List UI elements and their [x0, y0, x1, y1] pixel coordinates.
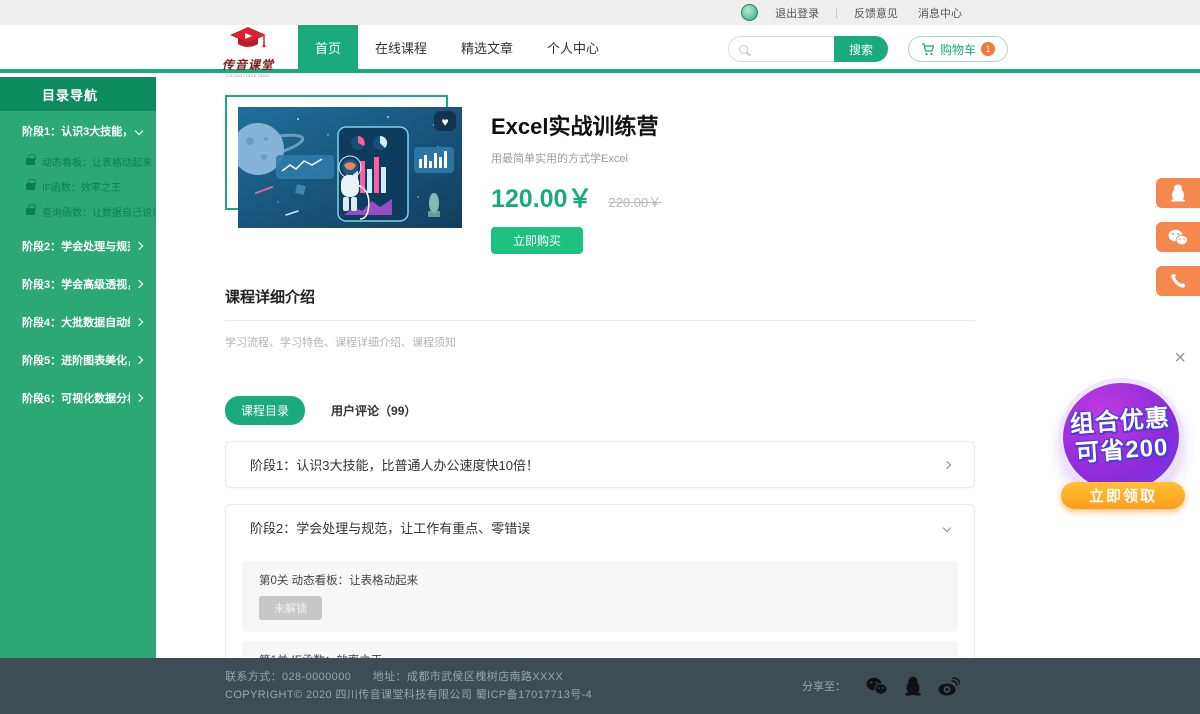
sidebar-stage-5[interactable]: 阶段5：进阶图表美化，让汇报一...	[0, 340, 156, 378]
course-original-price: 220.00￥	[608, 192, 661, 211]
message-center-link[interactable]: 消息中心	[918, 5, 962, 21]
course-subtitle: 用最简单实用的方式学Excel	[491, 150, 661, 166]
course-title: Excel实战训练营	[491, 109, 661, 141]
footer-address: 地址：成都市武侯区槐树店南路XXXX	[373, 671, 564, 683]
footer: 联系方式：028-0000000 地址：成都市武侯区槐树店南路XXXX COPY…	[0, 658, 1200, 714]
sidebar-lesson-3[interactable]: 查询函数：让数据自己说话	[0, 199, 156, 224]
chevron-down-icon	[135, 127, 143, 135]
chevron-down-icon	[943, 523, 951, 531]
buy-now-button[interactable]: 立即购买	[491, 227, 583, 254]
main-content: ♥ Excel实战训练营 用最简单实用的方式学Excel 120.00￥ 220…	[156, 77, 1200, 658]
accordion-stage-2: 阶段2：学会处理与规范，让工作有重点、零错误 第0关 动态看板：让表格动起来 未…	[225, 504, 975, 658]
divider	[225, 320, 975, 321]
chevron-right-icon	[135, 394, 143, 402]
brand-cap-icon	[228, 40, 268, 57]
accordion-stage-1-header[interactable]: 阶段1：认识3大技能，比普通人办公速度快10倍！	[226, 442, 974, 487]
cart-count-badge: 1	[981, 42, 995, 56]
promo-line-2: 可省200	[1075, 434, 1170, 469]
sidebar-stage-1[interactable]: 阶段1：认识3大技能，比普通人...	[0, 111, 156, 149]
footer-copyright: COPYRIGHT© 2020 四川传音课堂科技有限公司 蜀ICP备170177…	[225, 686, 592, 704]
phone-icon	[1170, 273, 1186, 289]
search-icon	[739, 45, 748, 54]
page: 退出登录 | 反馈意见 消息中心 传音课堂 CHUANYINKETANG 首页 …	[0, 0, 1200, 714]
feedback-link[interactable]: 反馈意见	[854, 5, 898, 21]
chevron-right-icon	[135, 280, 143, 288]
logout-link[interactable]: 退出登录	[775, 5, 819, 21]
lesson-item-0[interactable]: 第0关 动态看板：让表格动起来 未解锁	[242, 561, 958, 632]
qq-icon	[1170, 184, 1186, 202]
main-nav: 首页 在线课程 精选文章 个人中心	[298, 25, 616, 69]
brand-logo[interactable]: 传音课堂 CHUANYINKETANG	[212, 27, 284, 78]
lesson-title: 第0关 动态看板：让表格动起来	[259, 572, 941, 588]
chevron-right-icon	[943, 460, 951, 468]
course-cover-image[interactable]: ♥	[238, 107, 462, 228]
locked-status-badge: 未解锁	[259, 596, 322, 620]
sidebar-title: 目录导航	[0, 77, 156, 111]
chevron-right-icon	[135, 242, 143, 250]
share-bar: 分享至：	[802, 676, 968, 696]
lesson-item-1[interactable]: 第1关 IF函数：效率之王 未解锁	[242, 641, 958, 658]
floating-contact-bar	[1156, 178, 1200, 310]
accordion-stage-2-header[interactable]: 阶段2：学会处理与规范，让工作有重点、零错误	[226, 505, 974, 550]
detail-tags: 学习流程、学习特色、课程详细介绍、课程须知	[225, 334, 975, 350]
catalog-sidebar: 目录导航 阶段1：认识3大技能，比普通人... 动态看板：让表格动起来 IF函数…	[0, 77, 156, 658]
chevron-right-icon	[135, 356, 143, 364]
chevron-right-icon	[135, 318, 143, 326]
share-qq-icon[interactable]	[904, 676, 922, 696]
promo-badge: 组合优惠 可省200 立即领取	[1061, 383, 1185, 501]
sidebar-stage-6[interactable]: 阶段6：可视化数据分析，帮老板...	[0, 378, 156, 416]
topbar-divider: |	[835, 7, 838, 19]
course-tabs: 课程目录 用户评论（99）	[225, 396, 975, 425]
promo-circle[interactable]: 组合优惠 可省200	[1059, 379, 1182, 495]
search-bar: 搜索	[728, 36, 888, 62]
search-input[interactable]	[748, 43, 834, 55]
nav-home[interactable]: 首页	[298, 25, 358, 69]
course-cover: ♥	[225, 95, 465, 247]
cart-button[interactable]: 购物车 1	[908, 36, 1008, 62]
cart-label: 购物车	[940, 41, 976, 58]
course-price: 120.00￥	[491, 179, 592, 215]
favorite-heart-icon: ♥	[441, 115, 448, 129]
lock-icon	[26, 183, 35, 190]
share-weibo-icon[interactable]	[938, 677, 960, 696]
lock-icon	[26, 158, 35, 165]
wechat-contact-button[interactable]	[1156, 222, 1200, 252]
share-label: 分享至：	[802, 678, 846, 694]
phone-contact-button[interactable]	[1156, 266, 1200, 296]
promo-claim-button[interactable]: 立即领取	[1061, 482, 1185, 509]
nav-online-courses[interactable]: 在线课程	[358, 25, 444, 69]
sidebar-stage-3[interactable]: 阶段3：学会高级透视，拥有同时...	[0, 264, 156, 302]
navbar: 传音课堂 CHUANYINKETANG 首页 在线课程 精选文章 个人中心 搜索…	[0, 25, 1200, 73]
accordion-stage-1: 阶段1：认识3大技能，比普通人办公速度快10倍！	[225, 441, 975, 488]
nav-featured-articles[interactable]: 精选文章	[444, 25, 530, 69]
footer-contact: 联系方式：028-0000000	[225, 671, 351, 683]
sidebar-stage-4[interactable]: 阶段4：大批数据自动统计分析，...	[0, 302, 156, 340]
brand-name: 传音课堂	[212, 56, 284, 73]
detail-section-heading: 课程详细介绍	[225, 286, 975, 307]
search-button[interactable]: 搜索	[834, 36, 888, 62]
sidebar-stage-2[interactable]: 阶段2：学会处理与规范，让工作...	[0, 226, 156, 264]
tab-user-comments[interactable]: 用户评论（99）	[331, 402, 416, 419]
sidebar-lesson-1[interactable]: 动态看板：让表格动起来	[0, 149, 156, 174]
nav-personal-center[interactable]: 个人中心	[530, 25, 616, 69]
topbar: 退出登录 | 反馈意见 消息中心	[0, 0, 1200, 25]
qq-contact-button[interactable]	[1156, 178, 1200, 208]
wechat-icon	[1168, 229, 1188, 246]
sidebar-lesson-2[interactable]: IF函数：效率之王	[0, 174, 156, 199]
cart-icon	[921, 43, 935, 56]
tab-course-catalog[interactable]: 课程目录	[225, 396, 305, 425]
user-avatar[interactable]	[741, 4, 758, 21]
share-wechat-icon[interactable]	[866, 677, 888, 695]
promo-close-icon[interactable]: ×	[1174, 348, 1186, 368]
lock-icon	[26, 208, 35, 215]
